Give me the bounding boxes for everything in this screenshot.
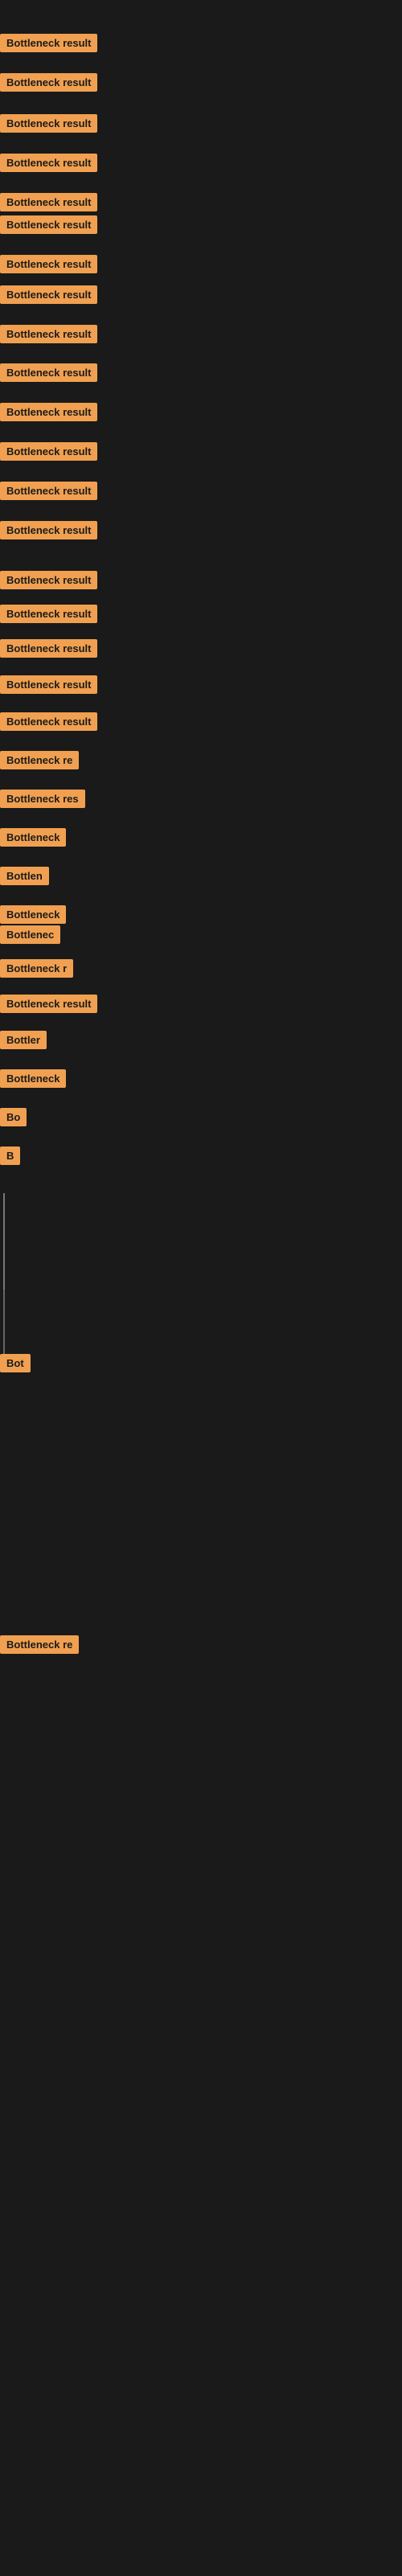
bottleneck-item: Bottleneck result [0,325,97,343]
bottleneck-item: Bottleneck result [0,712,97,731]
bottleneck-item: Bottleneck result [0,605,97,623]
bottleneck-badge[interactable]: Bottleneck result [0,712,97,731]
bottleneck-badge[interactable]: Bottleneck result [0,363,97,382]
bottleneck-item: Bottleneck result [0,521,97,539]
bottleneck-badge[interactable]: Bottleneck r [0,959,73,978]
bottleneck-badge[interactable]: Bottleneck result [0,154,97,172]
bottleneck-badge[interactable]: Bottleneck result [0,442,97,461]
bottleneck-item: Bottleneck result [0,114,97,133]
bottleneck-item: Bottleneck result [0,571,97,589]
bottleneck-badge[interactable]: B [0,1146,20,1165]
bottleneck-item: Bottleneck re [0,751,79,769]
bottleneck-item: Bottleneck result [0,285,97,304]
bottleneck-badge[interactable]: Bottleneck [0,1069,66,1088]
bottleneck-badge[interactable]: Bottleneck result [0,521,97,539]
bottleneck-badge[interactable]: Bottleneck result [0,114,97,133]
bottleneck-badge[interactable]: Bottleneck re [0,1635,79,1654]
bottleneck-item: Bottleneck re [0,1635,79,1654]
site-title [0,0,402,10]
bottleneck-item: Bot [0,1354,31,1372]
bottleneck-item: Bottleneck result [0,995,97,1013]
bottleneck-badge[interactable]: Bottleneck result [0,482,97,500]
bottleneck-badge[interactable]: Bottlenec [0,925,60,944]
bottleneck-item: Bottleneck result [0,363,97,382]
bottleneck-badge[interactable]: Bot [0,1354,31,1372]
bottleneck-item: Bottleneck [0,1069,66,1088]
bottleneck-item: Bottleneck result [0,215,97,234]
bottleneck-item: Bottlenec [0,925,60,944]
bottleneck-item: Bottleneck result [0,482,97,500]
bottleneck-item: Bottleneck result [0,193,97,211]
bottleneck-badge[interactable]: Bottleneck result [0,34,97,52]
bottleneck-item: Bottleneck [0,905,66,924]
bottleneck-badge[interactable]: Bottleneck re [0,751,79,769]
bottleneck-badge[interactable]: Bottleneck result [0,639,97,658]
bottleneck-badge[interactable]: Bottleneck [0,905,66,924]
bottleneck-badge[interactable]: Bottler [0,1031,47,1049]
bottleneck-badge[interactable]: Bottleneck result [0,215,97,234]
bottleneck-badge[interactable]: Bottleneck result [0,675,97,694]
bottleneck-badge[interactable]: Bottleneck result [0,995,97,1013]
bottleneck-item: Bottleneck result [0,639,97,658]
bottleneck-badge[interactable]: Bottlen [0,867,49,885]
bottleneck-item: Bottleneck res [0,790,85,808]
bottleneck-badge[interactable]: Bottleneck result [0,255,97,273]
bottleneck-badge[interactable]: Bottleneck res [0,790,85,808]
bottleneck-item: Bottler [0,1031,47,1049]
bottleneck-item: B [0,1146,20,1165]
bottleneck-item: Bottleneck result [0,403,97,421]
bottleneck-item: Bottleneck result [0,73,97,92]
bottleneck-badge[interactable]: Bottleneck result [0,285,97,304]
bottleneck-item: Bottleneck r [0,959,73,978]
bottleneck-badge[interactable]: Bottleneck result [0,325,97,343]
bottleneck-item: Bottlen [0,867,49,885]
bottleneck-item: Bottleneck result [0,255,97,273]
bottleneck-badge[interactable]: Bo [0,1108,27,1126]
bottleneck-item: Bottleneck result [0,34,97,52]
bottleneck-badge[interactable]: Bottleneck result [0,571,97,589]
bottleneck-item: Bottleneck result [0,675,97,694]
bottleneck-item: Bottleneck result [0,154,97,172]
bottleneck-badge[interactable]: Bottleneck result [0,73,97,92]
bottleneck-badge[interactable]: Bottleneck result [0,403,97,421]
vertical-line [3,1193,5,1290]
bottleneck-item: Bottleneck result [0,442,97,461]
bottleneck-item: Bo [0,1108,27,1126]
bottleneck-badge[interactable]: Bottleneck [0,828,66,847]
bottleneck-badge[interactable]: Bottleneck result [0,193,97,211]
bottleneck-item: Bottleneck [0,828,66,847]
bottleneck-badge[interactable]: Bottleneck result [0,605,97,623]
